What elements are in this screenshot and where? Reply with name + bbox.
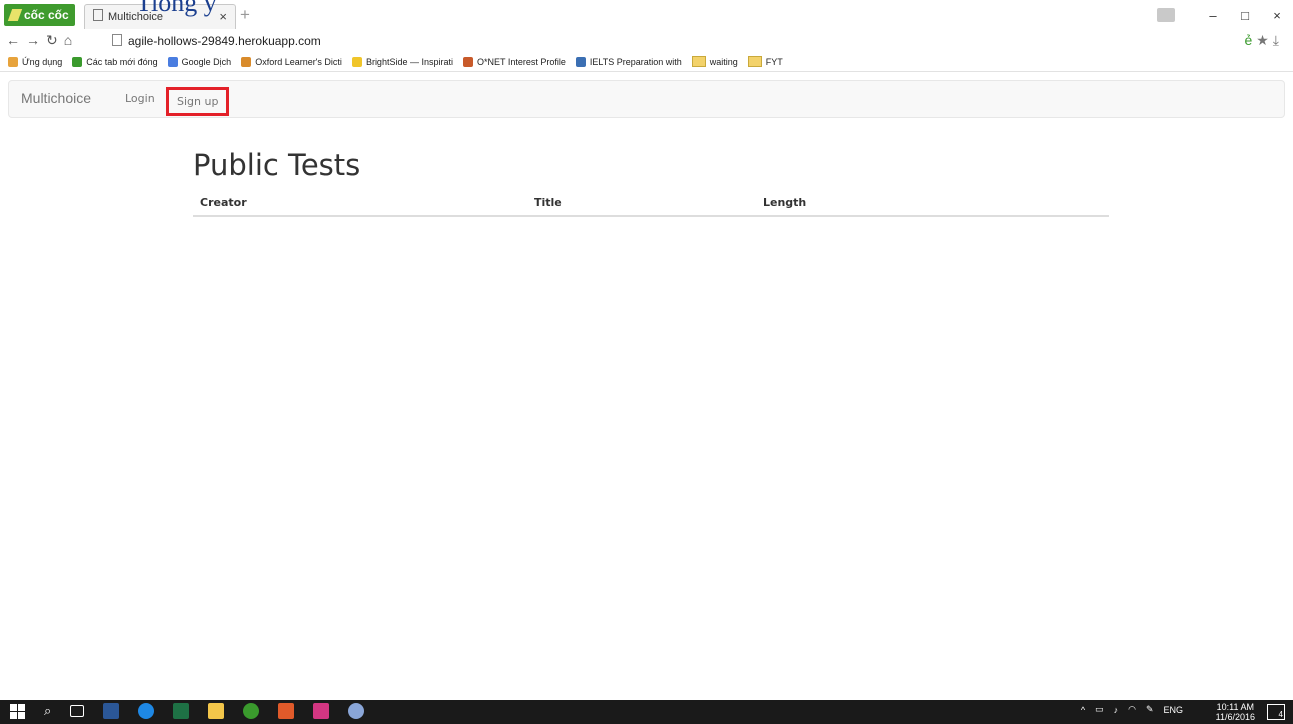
bookmarks-bar: Ứng dụng Các tab mới đóng Google Dịch Ox…: [0, 52, 1293, 72]
address-bar: ←→↻⌂ agile-hollows-29849.herokuapp.com ẻ…: [0, 30, 1293, 52]
oxford-icon: [241, 56, 252, 67]
bookmark-folder-fyt[interactable]: FYT: [747, 56, 783, 67]
bookmark-folder-waiting[interactable]: waiting: [691, 56, 738, 67]
clock-time: 10:11 AM: [1216, 702, 1254, 712]
coccoc-leaf-icon: [7, 9, 23, 21]
bookmark-label: FYT: [765, 56, 783, 67]
ielts-icon: [575, 56, 586, 67]
onet-icon: [462, 56, 473, 67]
notification-icon[interactable]: 4: [1267, 704, 1285, 720]
google-translate-icon: [167, 56, 178, 67]
bookmark-label: waiting: [709, 56, 738, 67]
volume-icon[interactable]: ♪: [1114, 705, 1119, 715]
column-header-creator: Creator: [193, 192, 527, 217]
forward-arrow-icon[interactable]: →: [26, 32, 46, 48]
minimize-button[interactable]: –: [1197, 8, 1229, 23]
bookmark-label: Oxford Learner's Dicti: [255, 56, 342, 67]
page-info-icon: [112, 34, 122, 46]
brightside-icon: [351, 56, 362, 67]
task-view-icon[interactable]: [70, 705, 85, 717]
page-icon: [93, 9, 103, 21]
column-header-title: Title: [527, 192, 756, 217]
url-text: agile-hollows-29849.herokuapp.com: [128, 34, 321, 48]
file-explorer-icon[interactable]: [208, 703, 225, 719]
notification-count: 4: [1278, 710, 1283, 719]
folder-icon: [691, 56, 706, 67]
paint-icon[interactable]: [348, 703, 365, 719]
home-icon[interactable]: ⌂: [64, 32, 78, 48]
star-bookmark-icon[interactable]: ★: [1256, 32, 1273, 48]
bookmark-brightside[interactable]: BrightSide — Inspirati: [351, 56, 453, 67]
new-tab-button[interactable]: +: [240, 5, 250, 25]
bookmark-label: Các tab mới đóng: [86, 56, 158, 67]
page-title: Public Tests: [193, 148, 361, 182]
search-icon[interactable]: ⌕: [44, 703, 51, 719]
bookmark-label: O*NET Interest Profile: [476, 56, 566, 67]
coccoc-logo[interactable]: cốc cốc: [4, 4, 75, 26]
url-input[interactable]: agile-hollows-29849.herokuapp.com: [112, 32, 1012, 50]
stray-text-artifact: Tiống y: [136, 0, 217, 17]
language-indicator[interactable]: ENG: [1163, 705, 1183, 715]
table-header-row: Creator Title Length: [193, 192, 1109, 217]
bookmark-apps[interactable]: Ứng dụng: [8, 56, 63, 67]
edge-icon[interactable]: [138, 703, 155, 719]
clock[interactable]: 10:11 AM 11/6/2016: [1216, 702, 1255, 722]
browser-brand-label: cốc cốc: [24, 8, 69, 22]
reload-icon[interactable]: ↻: [46, 32, 64, 48]
bookmark-google-translate[interactable]: Google Dịch: [167, 56, 232, 67]
restore-button[interactable]: □: [1229, 8, 1261, 23]
intellij-icon[interactable]: [313, 703, 330, 719]
login-link[interactable]: Login: [125, 92, 155, 105]
word-icon[interactable]: [103, 703, 120, 719]
bookmark-label: Ứng dụng: [22, 56, 63, 67]
store-icon[interactable]: [278, 703, 295, 719]
wifi-icon[interactable]: ◠: [1128, 704, 1136, 715]
excel-icon[interactable]: [173, 703, 190, 719]
window-controls: – □ ×: [1157, 0, 1293, 30]
bookmark-label: IELTS Preparation with: [589, 56, 682, 67]
coccoc-extension-icon[interactable]: ẻ: [1244, 32, 1256, 48]
chevron-up-icon[interactable]: ^: [1081, 705, 1085, 715]
coccoc-taskbar-icon[interactable]: [243, 703, 260, 719]
folder-icon: [747, 56, 762, 67]
history-icon: [72, 56, 83, 67]
main-content: Public Tests Creator Title Length: [193, 148, 1109, 217]
battery-icon[interactable]: ▭: [1095, 704, 1104, 715]
download-icon[interactable]: ⤓: [1273, 32, 1283, 48]
site-brand[interactable]: Multichoice: [21, 90, 91, 106]
signup-link[interactable]: Sign up: [166, 87, 230, 116]
bookmark-label: BrightSide — Inspirati: [365, 56, 453, 67]
tab-close-icon[interactable]: ×: [219, 5, 227, 29]
profile-icon[interactable]: [1157, 8, 1175, 22]
public-tests-table: Creator Title Length: [193, 192, 1109, 217]
bookmark-ielts[interactable]: IELTS Preparation with: [575, 56, 682, 67]
apps-grid-icon: [8, 56, 18, 67]
bookmark-onet[interactable]: O*NET Interest Profile: [462, 56, 566, 67]
column-header-length: Length: [756, 192, 1109, 217]
clock-date: 11/6/2016: [1215, 712, 1255, 722]
nav-buttons: ←→↻⌂: [6, 32, 78, 49]
windows-taskbar: ⌕ ^ ▭ ♪ ◠ ✎ ENG 10:11 AM 11/6/2016 4: [0, 700, 1293, 724]
bookmark-label: Google Dịch: [181, 56, 232, 67]
close-window-button[interactable]: ×: [1261, 8, 1293, 23]
bookmark-recent-tabs[interactable]: Các tab mới đóng: [72, 56, 158, 67]
windows-start-icon[interactable]: [10, 703, 25, 719]
back-arrow-icon[interactable]: ←: [6, 32, 26, 48]
site-navbar: Multichoice Login Sign up: [8, 80, 1285, 118]
taskbar-icons: ⌕: [10, 703, 365, 719]
bookmark-oxford[interactable]: Oxford Learner's Dicti: [241, 56, 342, 67]
pen-icon[interactable]: ✎: [1146, 704, 1154, 715]
toolbar-right-icons: ẻ★⤓: [1244, 32, 1283, 49]
